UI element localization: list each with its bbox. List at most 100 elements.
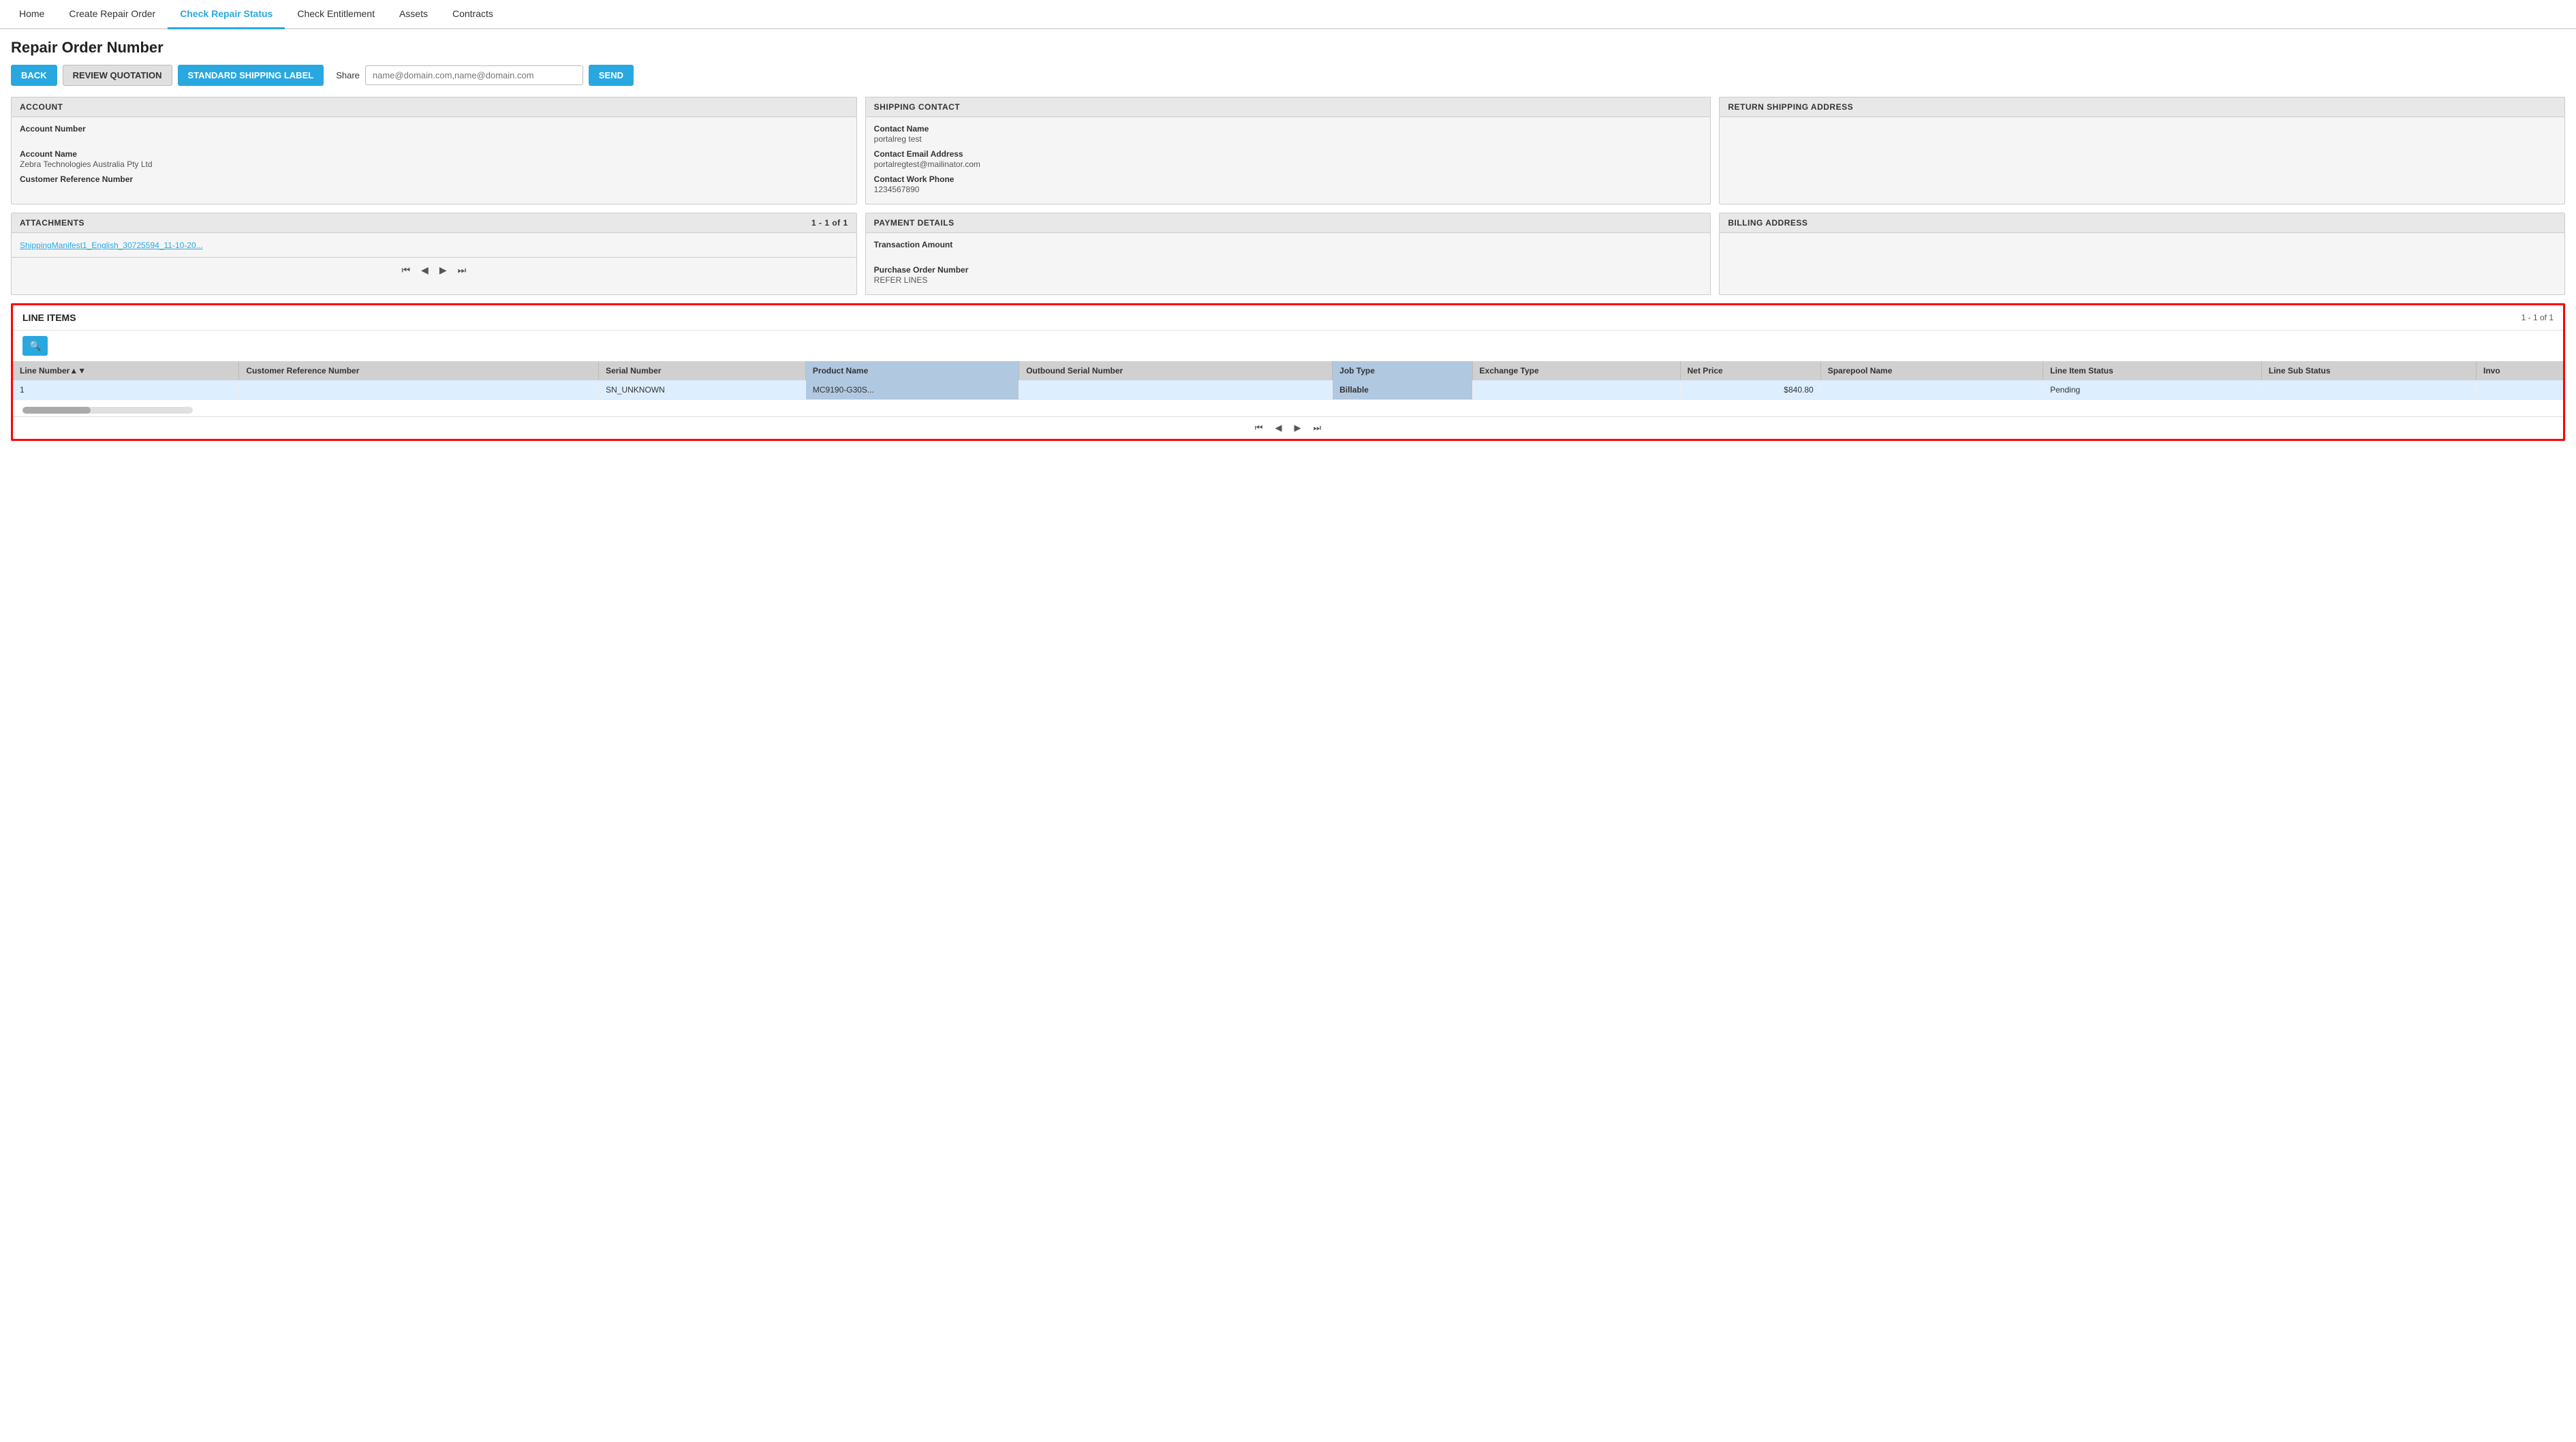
- nav-bar: HomeCreate Repair OrderCheck Repair Stat…: [0, 0, 2576, 29]
- scrollbar-thumb[interactable]: [22, 407, 91, 414]
- table-first-btn[interactable]: ⏮: [1251, 421, 1267, 435]
- account-name-value: Zebra Technologies Australia Pty Ltd: [20, 159, 848, 169]
- toolbar: BACK REVIEW QUOTATION STANDARD SHIPPING …: [11, 65, 2565, 86]
- col-net-price[interactable]: Net Price: [1680, 361, 1820, 380]
- attachments-header-label: ATTACHMENTS: [20, 218, 84, 228]
- line-items-header: LINE ITEMS 1 - 1 of 1: [13, 305, 2563, 331]
- cell-line-item-status: Pending: [2043, 380, 2262, 400]
- transaction-amount-value: [874, 250, 1703, 260]
- table-row[interactable]: 1 SN_UNKNOWN MC9190-G30S... Billable $84…: [13, 380, 2563, 400]
- billing-panel: BILLING ADDRESS: [1719, 213, 2565, 295]
- account-number-value: [20, 134, 848, 144]
- account-name-label: Account Name: [20, 149, 848, 159]
- table-header: Line Number▲▼ Customer Reference Number …: [13, 361, 2563, 380]
- cell-exchange-type: [1472, 380, 1680, 400]
- customer-ref-label: Customer Reference Number: [20, 174, 848, 184]
- attachments-pagination: ⏮ ◀ ▶ ⏭: [12, 257, 856, 283]
- col-sparepool-name[interactable]: Sparepool Name: [1820, 361, 2043, 380]
- prev-page-btn[interactable]: ◀: [418, 263, 432, 277]
- cell-serial-number: SN_UNKNOWN: [599, 380, 806, 400]
- table-body: 1 SN_UNKNOWN MC9190-G30S... Billable $84…: [13, 380, 2563, 400]
- nav-item-check-repair-status[interactable]: Check Repair Status: [168, 0, 285, 29]
- return-shipping-panel: RETURN SHIPPING ADDRESS: [1719, 97, 2565, 204]
- send-button[interactable]: SEND: [589, 65, 634, 86]
- line-items-section: LINE ITEMS 1 - 1 of 1 🔍 Line Number▲▼ Cu…: [11, 303, 2565, 441]
- line-items-table: Line Number▲▼ Customer Reference Number …: [13, 361, 2563, 400]
- attachments-panel: ATTACHMENTS 1 - 1 of 1 ShippingManifest1…: [11, 213, 857, 295]
- page-content: Repair Order Number BACK REVIEW QUOTATIO…: [0, 29, 2576, 450]
- billing-panel-header: BILLING ADDRESS: [1720, 213, 2564, 233]
- review-quotation-button[interactable]: REVIEW QUOTATION: [63, 65, 172, 86]
- po-number-label: Purchase Order Number: [874, 265, 1703, 275]
- cell-sparepool-name: [1820, 380, 2043, 400]
- account-panel-header: ACCOUNT: [12, 97, 856, 117]
- share-label: Share: [336, 70, 360, 80]
- line-items-title: LINE ITEMS: [22, 312, 76, 323]
- last-page-btn[interactable]: ⏭: [454, 263, 470, 277]
- line-items-search-button[interactable]: 🔍: [22, 336, 48, 356]
- col-outbound-serial[interactable]: Outbound Serial Number: [1019, 361, 1333, 380]
- attachments-panel-body: ShippingManifest1_English_30725594_11-10…: [12, 233, 856, 257]
- billing-panel-body: [1720, 233, 2564, 257]
- cell-invo: [2476, 380, 2563, 400]
- account-panel: ACCOUNT Account Number Account Name Zebr…: [11, 97, 857, 204]
- page-title: Repair Order Number: [11, 39, 2565, 57]
- scrollbar-track[interactable]: [22, 407, 193, 414]
- cell-net-price: $840.80: [1680, 380, 1820, 400]
- cell-line-number: 1: [13, 380, 239, 400]
- cell-line-sub-status: [2261, 380, 2476, 400]
- table-prev-btn[interactable]: ◀: [1271, 421, 1286, 435]
- bottom-panels-row: ATTACHMENTS 1 - 1 of 1 ShippingManifest1…: [11, 213, 2565, 295]
- account-number-label: Account Number: [20, 124, 848, 134]
- cell-product-name: MC9190-G30S...: [805, 380, 1019, 400]
- table-pagination: ⏮ ◀ ▶ ⏭: [13, 416, 2563, 439]
- nav-item-contracts[interactable]: Contracts: [440, 0, 506, 29]
- attachments-panel-header: ATTACHMENTS 1 - 1 of 1: [12, 213, 856, 233]
- contact-email-value: portalregtest@mailinator.com: [874, 159, 1703, 169]
- first-page-btn[interactable]: ⏮: [398, 263, 414, 277]
- horizontal-scrollbar[interactable]: [13, 404, 2563, 416]
- shipping-contact-panel: SHIPPING CONTACT Contact Name portalreg …: [865, 97, 1711, 204]
- nav-item-home[interactable]: Home: [7, 0, 57, 29]
- shipping-contact-header: SHIPPING CONTACT: [866, 97, 1711, 117]
- next-page-btn[interactable]: ▶: [436, 263, 450, 277]
- col-invo[interactable]: Invo: [2476, 361, 2563, 380]
- contact-name-label: Contact Name: [874, 124, 1703, 134]
- col-line-item-status[interactable]: Line Item Status: [2043, 361, 2262, 380]
- contact-phone-value: 1234567890: [874, 185, 1703, 194]
- return-shipping-body: [1720, 117, 2564, 141]
- return-shipping-header: RETURN SHIPPING ADDRESS: [1720, 97, 2564, 117]
- contact-name-value: portalreg test: [874, 134, 1703, 144]
- transaction-amount-label: Transaction Amount: [874, 240, 1703, 249]
- attachments-count: 1 - 1 of 1: [811, 218, 848, 228]
- table-last-btn[interactable]: ⏭: [1309, 421, 1326, 435]
- customer-ref-value: [20, 185, 848, 194]
- contact-email-label: Contact Email Address: [874, 149, 1703, 159]
- payment-panel-body: Transaction Amount Purchase Order Number…: [866, 233, 1711, 294]
- col-line-sub-status[interactable]: Line Sub Status: [2261, 361, 2476, 380]
- back-button[interactable]: BACK: [11, 65, 57, 86]
- table-next-btn[interactable]: ▶: [1290, 421, 1305, 435]
- shipping-contact-body: Contact Name portalreg test Contact Emai…: [866, 117, 1711, 204]
- cell-customer-ref: [239, 380, 599, 400]
- col-exchange-type[interactable]: Exchange Type: [1472, 361, 1680, 380]
- share-input[interactable]: [365, 65, 583, 85]
- col-product-name[interactable]: Product Name: [805, 361, 1019, 380]
- line-items-table-wrapper: Line Number▲▼ Customer Reference Number …: [13, 361, 2563, 404]
- nav-item-create-repair-order[interactable]: Create Repair Order: [57, 0, 168, 29]
- col-customer-ref[interactable]: Customer Reference Number: [239, 361, 599, 380]
- payment-panel-header: PAYMENT DETAILS: [866, 213, 1711, 233]
- contact-phone-label: Contact Work Phone: [874, 174, 1703, 184]
- col-serial-number[interactable]: Serial Number: [599, 361, 806, 380]
- col-job-type[interactable]: Job Type: [1333, 361, 1472, 380]
- top-panels-row: ACCOUNT Account Number Account Name Zebr…: [11, 97, 2565, 204]
- account-panel-body: Account Number Account Name Zebra Techno…: [12, 117, 856, 204]
- shipping-label-button[interactable]: STANDARD SHIPPING LABEL: [178, 65, 324, 86]
- nav-item-assets[interactable]: Assets: [387, 0, 440, 29]
- line-items-toolbar: 🔍: [13, 331, 2563, 361]
- col-line-number[interactable]: Line Number▲▼: [13, 361, 239, 380]
- nav-item-check-entitlement[interactable]: Check Entitlement: [285, 0, 387, 29]
- po-number-value: REFER LINES: [874, 275, 1703, 285]
- attachment-link[interactable]: ShippingManifest1_English_30725594_11-10…: [20, 241, 203, 250]
- cell-job-type: Billable: [1333, 380, 1472, 400]
